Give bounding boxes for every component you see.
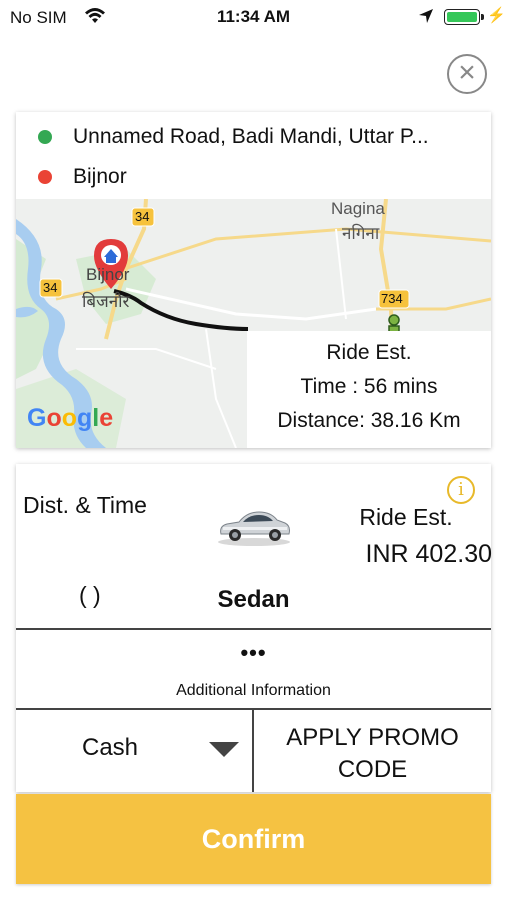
ride-est-fare: INR 402.30: [365, 540, 492, 568]
battery-icon: [444, 9, 480, 25]
ride-est-title: Ride Est.: [326, 341, 412, 364]
google-logo: Google: [27, 404, 114, 432]
fare-details-card: Dist. & Time ( ) Sedan i Ride Est. INR 4…: [16, 464, 492, 792]
pickup-dot-icon: [38, 130, 52, 144]
ride-est-time: Time : 56 mins: [300, 375, 438, 398]
dist-time-label: Dist. & Time: [23, 492, 147, 518]
route-card: Unnamed Road, Badi Mandi, Uttar P... Bij…: [16, 112, 491, 448]
sedan-car-icon[interactable]: [215, 504, 293, 548]
close-button[interactable]: ×: [447, 54, 487, 94]
battery-tip: [481, 14, 484, 20]
dropoff-row[interactable]: Bijnor: [16, 155, 491, 197]
vehicle-type: Sedan: [217, 586, 290, 613]
map-label-road-34: 34: [135, 209, 150, 224]
dropdown-caret-icon: [209, 742, 239, 757]
more-options-button[interactable]: •••: [16, 640, 491, 666]
route-map[interactable]: 34 34 734 Nagina नगिना Bijnor बिजनौर Rid…: [16, 199, 491, 448]
pickup-address: Unnamed Road, Badi Mandi, Uttar P...: [73, 125, 429, 148]
map-label-bijnor: Bijnor: [86, 265, 130, 284]
ride-est-distance: Distance: 38.16 Km: [277, 409, 461, 432]
dropoff-dot-icon: [38, 170, 52, 184]
ride-estimate-popup: Ride Est. Time : 56 mins Distance: 38.16…: [247, 331, 491, 448]
ride-est-label: Ride Est.: [359, 504, 453, 530]
map-label-nagina: Nagina: [331, 199, 385, 218]
confirm-button[interactable]: Confirm: [16, 794, 491, 884]
payment-method-dropdown[interactable]: Cash: [16, 710, 252, 792]
info-icon[interactable]: i: [447, 476, 475, 504]
map-label-road-34-west: 34: [43, 280, 58, 295]
pickup-row[interactable]: Unnamed Road, Badi Mandi, Uttar P...: [16, 115, 491, 157]
divider: [16, 628, 491, 630]
map-label-nagina-hindi: नगिना: [342, 224, 380, 243]
location-arrow-icon: [419, 9, 433, 23]
additional-information-label[interactable]: Additional Information: [16, 682, 491, 700]
charging-icon: ⚡: [487, 7, 506, 24]
dist-time-value: ( ): [79, 582, 101, 608]
dropoff-address: Bijnor: [73, 165, 127, 188]
map-label-road-734: 734: [381, 291, 403, 306]
map-label-bijnor-hindi: बिजनौर: [82, 292, 130, 311]
payment-method-value: Cash: [82, 734, 139, 761]
apply-promo-code-button[interactable]: APPLY PROMO CODE: [254, 710, 491, 792]
status-bar: No SIM 11:34 AM ⚡: [0, 0, 507, 34]
